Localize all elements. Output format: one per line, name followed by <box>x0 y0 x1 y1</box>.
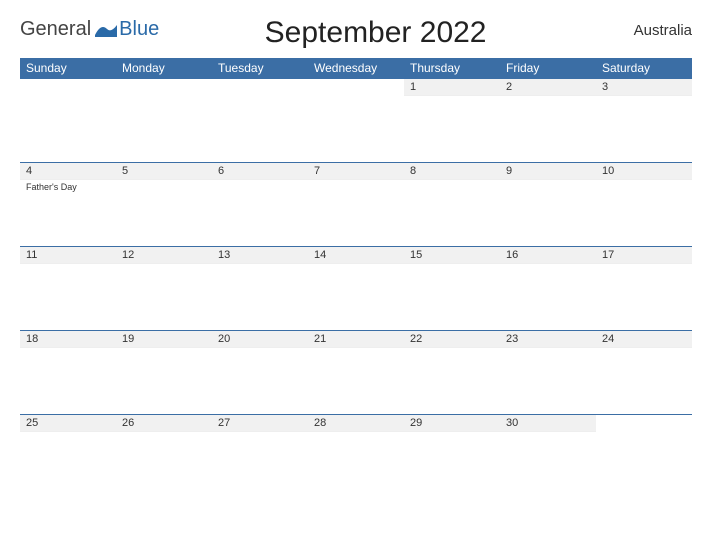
day-cell: 28 <box>308 415 404 499</box>
week-row: 18192021222324 <box>20 331 692 415</box>
day-cell: 17 <box>596 247 692 331</box>
day-number: 1 <box>404 79 500 96</box>
day-cell: 11 <box>20 247 116 331</box>
day-number: 26 <box>116 415 212 432</box>
day-cell: 19 <box>116 331 212 415</box>
day-cell: 30 <box>500 415 596 499</box>
day-number: 16 <box>500 247 596 264</box>
day-cell: 9 <box>500 163 596 247</box>
brand-part1: General <box>20 18 91 41</box>
day-number: 8 <box>404 163 500 180</box>
day-cell: 5 <box>116 163 212 247</box>
day-number: 23 <box>500 331 596 348</box>
day-cell: 15 <box>404 247 500 331</box>
day-cell: 27 <box>212 415 308 499</box>
day-number: 15 <box>404 247 500 264</box>
day-number: 18 <box>20 331 116 348</box>
day-header: Saturday <box>596 58 692 79</box>
day-cell: 2 <box>500 79 596 163</box>
brand-wave-icon <box>93 18 117 41</box>
week-row: 4Father's Day5678910 <box>20 163 692 247</box>
day-number: 5 <box>116 163 212 180</box>
day-cell: 1 <box>404 79 500 163</box>
calendar-title: September 2022 <box>159 12 592 50</box>
day-cell <box>308 79 404 163</box>
day-cell: 24 <box>596 331 692 415</box>
day-cell: 16 <box>500 247 596 331</box>
day-number: 29 <box>404 415 500 432</box>
day-cell: 26 <box>116 415 212 499</box>
day-number: 27 <box>212 415 308 432</box>
day-number: 28 <box>308 415 404 432</box>
day-header-row: Sunday Monday Tuesday Wednesday Thursday… <box>20 58 692 79</box>
day-number: 6 <box>212 163 308 180</box>
day-cell: 8 <box>404 163 500 247</box>
day-cell: 7 <box>308 163 404 247</box>
day-number: 9 <box>500 163 596 180</box>
day-number: 13 <box>212 247 308 264</box>
day-header: Friday <box>500 58 596 79</box>
day-number: 12 <box>116 247 212 264</box>
day-number: 22 <box>404 331 500 348</box>
day-number: 24 <box>596 331 692 348</box>
day-cell: 14 <box>308 247 404 331</box>
week-row: 11121314151617 <box>20 247 692 331</box>
country-label: Australia <box>592 12 692 39</box>
brand-logo: General Blue <box>20 12 159 41</box>
day-cell: 18 <box>20 331 116 415</box>
day-cell: 22 <box>404 331 500 415</box>
day-number: 25 <box>20 415 116 432</box>
day-number: 19 <box>116 331 212 348</box>
day-cell: 6 <box>212 163 308 247</box>
day-cell: 23 <box>500 331 596 415</box>
day-cell: 12 <box>116 247 212 331</box>
week-row: 252627282930 <box>20 415 692 499</box>
day-number: 30 <box>500 415 596 432</box>
day-number <box>596 415 692 419</box>
day-number: 7 <box>308 163 404 180</box>
brand-part2: Blue <box>119 18 159 41</box>
day-number: 20 <box>212 331 308 348</box>
day-cell: 21 <box>308 331 404 415</box>
day-cell <box>20 79 116 163</box>
calendar-grid: Sunday Monday Tuesday Wednesday Thursday… <box>20 58 692 499</box>
day-event: Father's Day <box>20 180 116 195</box>
day-number <box>308 79 404 83</box>
day-cell <box>212 79 308 163</box>
day-cell: 3 <box>596 79 692 163</box>
day-number: 3 <box>596 79 692 96</box>
day-number <box>212 79 308 83</box>
day-header: Thursday <box>404 58 500 79</box>
week-row: 123 <box>20 79 692 163</box>
day-header: Sunday <box>20 58 116 79</box>
day-cell: 4Father's Day <box>20 163 116 247</box>
day-number: 10 <box>596 163 692 180</box>
day-number <box>20 79 116 83</box>
day-header: Wednesday <box>308 58 404 79</box>
day-cell: 25 <box>20 415 116 499</box>
day-number: 2 <box>500 79 596 96</box>
day-cell <box>116 79 212 163</box>
day-cell: 13 <box>212 247 308 331</box>
header: General Blue September 2022 Australia <box>20 8 692 50</box>
day-header: Tuesday <box>212 58 308 79</box>
day-cell: 29 <box>404 415 500 499</box>
day-cell: 10 <box>596 163 692 247</box>
day-number: 11 <box>20 247 116 264</box>
day-header: Monday <box>116 58 212 79</box>
day-number: 17 <box>596 247 692 264</box>
day-cell <box>596 415 692 499</box>
day-number <box>116 79 212 83</box>
day-cell: 20 <box>212 331 308 415</box>
day-number: 21 <box>308 331 404 348</box>
day-number: 4 <box>20 163 116 180</box>
day-number: 14 <box>308 247 404 264</box>
